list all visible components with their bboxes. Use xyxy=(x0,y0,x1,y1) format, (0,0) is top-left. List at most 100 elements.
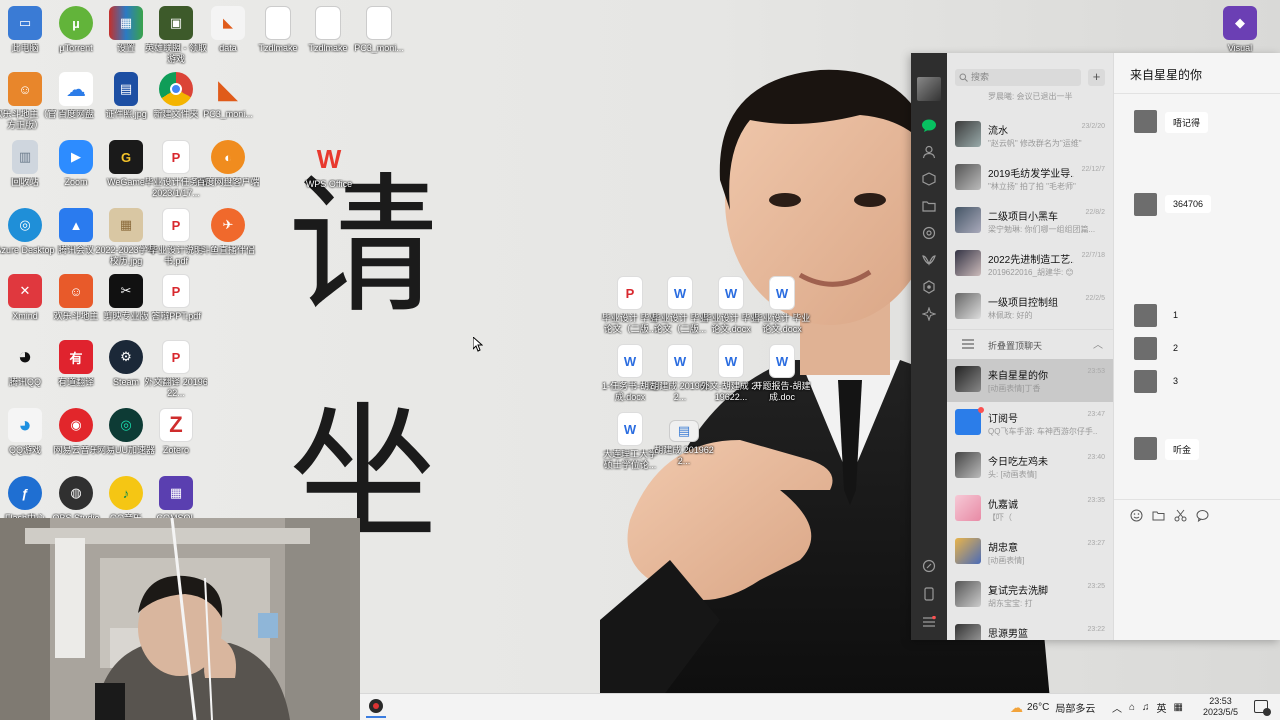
emoji-icon[interactable] xyxy=(1130,509,1143,522)
avatar xyxy=(1134,437,1157,460)
folder-icon[interactable] xyxy=(921,198,937,214)
mouse-cursor-icon xyxy=(473,337,483,352)
miniprogram-icon[interactable] xyxy=(921,306,937,322)
phone-icon[interactable] xyxy=(921,586,937,602)
volume-icon[interactable]: ♫ xyxy=(1142,702,1150,713)
pdf-icon: P xyxy=(162,140,190,174)
folded-pinned-chats[interactable]: 折叠置顶聊天 ︿ xyxy=(947,329,1113,359)
qq-music-icon: ♪ xyxy=(109,476,143,510)
desktop-icon-ppt-pdf[interactable]: P 答辩PPT.pdf xyxy=(144,274,208,322)
avatar xyxy=(955,366,981,392)
taskbar-app-obs[interactable] xyxy=(366,698,386,718)
word-doc-icon: W xyxy=(718,344,744,378)
webcam-feed xyxy=(0,518,360,720)
image-icon: ▦ xyxy=(109,208,143,242)
subscription-icon xyxy=(955,409,981,435)
desktop-icon-translation-pdf[interactable]: P 外文翻译 2019622... xyxy=(144,340,208,399)
link-icon[interactable] xyxy=(921,558,937,574)
desktop-icon-baidu-client[interactable]: ◐ 百度网盘客户端 xyxy=(196,140,260,188)
chat-item[interactable]: 流水 "赵云帆" 修改群名为"运维" 23/2/20 xyxy=(947,114,1113,157)
youdao-icon: 有 xyxy=(59,340,93,374)
wallpaper-char-1: 请 xyxy=(288,160,439,334)
notification-icon[interactable] xyxy=(1254,700,1271,716)
weather-temp: 26°C xyxy=(1027,702,1050,713)
chat-item[interactable]: 2019毛纺发学业导... "林立扬" 拍了拍 "毛老师" 22/12/7 xyxy=(947,157,1113,200)
weather-widget[interactable]: ☁ 26°C 局部多云 xyxy=(1010,694,1095,720)
ime-mode-icon[interactable]: ▦ xyxy=(1174,702,1183,713)
desktop-file-proposal-doc[interactable]: W 开题报告-胡建成.doc xyxy=(750,344,814,403)
xmind-icon: ✕ xyxy=(8,274,42,308)
photo-icon: ▤ xyxy=(114,72,138,106)
chat-item[interactable]: 二级项目小黑车 梁宁勉琳: 你们哪一组组团篇... 22/8/2 xyxy=(947,200,1113,243)
desktop-file-thesis-doc-3[interactable]: W 毕业设计 毕业论文.docx xyxy=(750,276,814,335)
conversation-title: 来自星星的你 xyxy=(1130,68,1203,82)
channels-icon[interactable] xyxy=(921,252,937,268)
user-avatar[interactable] xyxy=(917,77,941,101)
avatar xyxy=(955,538,981,564)
qq-game-icon: ◕ xyxy=(8,408,42,442)
chat-item-active[interactable]: 来自星星的你 [动画表情]丁香 23:53 xyxy=(947,359,1113,402)
scissors-icon[interactable] xyxy=(1174,509,1187,522)
desktop-icon-zotero[interactable]: Z Zotero xyxy=(144,408,208,456)
word-doc-icon: W xyxy=(718,276,744,310)
azure-icon: ◎ xyxy=(8,208,42,242)
chat-icon[interactable] xyxy=(921,117,937,133)
visual-studio-icon: ◆ xyxy=(1223,6,1257,40)
tray-chevron[interactable]: ︿ xyxy=(1112,700,1122,715)
matlab-icon: ◣ xyxy=(211,6,245,40)
avatar xyxy=(1134,110,1157,133)
recycle-bin-icon: ▥ xyxy=(12,140,38,174)
wechat-chat-list: 搜索 + 罗晨曦: 会议已退出一半 流水 "赵云帆" 修改群名为"运维" 23/2/… xyxy=(947,53,1113,640)
input-divider xyxy=(1114,499,1280,500)
chat-item[interactable]: 仇嘉诚 【吓（ 23:35 xyxy=(947,488,1113,531)
favorites-icon[interactable] xyxy=(921,171,937,187)
chat-item[interactable]: 订阅号 QQ飞车手游: 车神西游尔仔手... 23:47 xyxy=(947,402,1113,445)
avatar xyxy=(1134,193,1157,216)
weather-desc: 局部多云 xyxy=(1055,704,1096,715)
moments-icon[interactable] xyxy=(921,225,937,241)
wegame-icon: G xyxy=(109,140,143,174)
flash-icon: ƒ xyxy=(8,476,42,510)
taskbar: ☁ 26°C 局部多云 ︿ ⌂ ♫ 英 ▦ 23:53 2023/5/5 xyxy=(360,693,1280,720)
ime-indicator[interactable]: 英 xyxy=(1157,700,1167,715)
desktop-icon-visual-studio[interactable]: ◆ Visual xyxy=(1208,6,1272,54)
clock-date: 2023/5/5 xyxy=(1202,707,1238,717)
chat-item[interactable]: 思源男篮 23:22 xyxy=(947,617,1113,640)
avatar xyxy=(955,495,981,521)
desktop-icon-pc3-matlab[interactable]: ◣ PC3_moni... xyxy=(196,72,260,120)
list-icon xyxy=(962,339,974,349)
chat-bubble-icon[interactable] xyxy=(1196,509,1209,522)
chevron-up-icon: ︿ xyxy=(1093,340,1103,351)
pdf-icon: P xyxy=(617,276,643,310)
divider xyxy=(1114,93,1280,94)
avatar xyxy=(955,452,981,478)
contacts-icon[interactable] xyxy=(921,144,937,160)
network-icon[interactable]: ⌂ xyxy=(1129,702,1135,713)
weather-icon: ☁ xyxy=(1010,699,1023,715)
file-icon[interactable] xyxy=(1152,509,1165,522)
tencent-meeting-icon: ▲ xyxy=(59,208,93,242)
clock[interactable]: 23:53 2023/5/5 xyxy=(1203,696,1238,718)
system-tray: ︿ ⌂ ♫ 英 ▦ xyxy=(1112,694,1183,720)
chat-item[interactable]: 罗晨曦: 会议已退出一半 xyxy=(947,81,1113,101)
desktop-file-hu-image[interactable]: ▤ 胡建成 2019622... xyxy=(652,420,716,467)
word-doc-icon: W xyxy=(769,276,795,310)
chrome-icon xyxy=(159,72,193,106)
search-mini-icon[interactable] xyxy=(921,279,937,295)
chat-item[interactable]: 胡忠意 [动画表情] 23:27 xyxy=(947,531,1113,574)
steam-icon: ⚙ xyxy=(109,340,143,374)
chat-item[interactable]: 一级项目控制组 林佩政: 好的 22/2/5 xyxy=(947,286,1113,329)
wechat-sidebar-nav xyxy=(911,53,947,640)
baidu-netdisk-icon: ☁ xyxy=(59,72,93,106)
word-doc-icon: W xyxy=(667,344,693,378)
chat-item[interactable]: 复试完去洗脚 胡东宝宝: 打 23:25 xyxy=(947,574,1113,617)
desktop-icon-douyu[interactable]: ✈ 斗鱼直播伴侣 xyxy=(196,208,260,256)
desktop-icon-wps[interactable]: W WPS Office xyxy=(297,142,361,190)
menu-icon[interactable] xyxy=(921,614,937,630)
chat-item[interactable]: 今日吃左鸡未 头: [动画表情] 23:40 xyxy=(947,445,1113,488)
desktop-icon-pc3-file[interactable]: PC3_moni... xyxy=(347,6,411,54)
doudizhu-icon: ☺ xyxy=(59,274,93,308)
chat-item[interactable]: 2022先进制造工艺... 2019622016_胡建华: 😊 22/7/18 xyxy=(947,243,1113,286)
avatar xyxy=(955,250,981,276)
desktop-icon-comsol[interactable]: ▦COMSOL xyxy=(144,476,208,524)
